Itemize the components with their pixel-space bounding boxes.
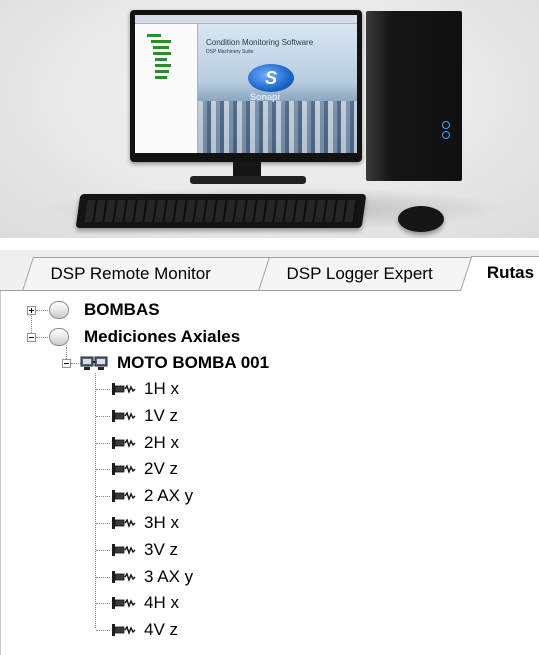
tree-node-label: BOMBAS (84, 300, 160, 319)
tree-node-bombas[interactable]: BOMBAS (0, 298, 539, 322)
tree-node-point[interactable]: 3H x (0, 511, 539, 535)
folder-icon (49, 328, 69, 346)
tree-node-point[interactable]: 2V z (0, 457, 539, 481)
sensor-icon (112, 409, 136, 422)
tree-node-point[interactable]: 4H x (0, 591, 539, 615)
routes-tree[interactable]: BOMBAS Mediciones Axiales MOTO BOMBA 001… (0, 291, 539, 655)
tree-node-point[interactable]: 1H x (0, 377, 539, 401)
tree-connector (96, 603, 110, 605)
collapse-minus-icon[interactable] (62, 359, 71, 368)
brand-logo: S (248, 64, 294, 92)
tree-connector (96, 496, 110, 498)
tree-node-label: 4H x (144, 593, 179, 613)
computer-illustration: Condition Monitoring Software DSP Machin… (0, 0, 539, 238)
sensor-icon (112, 624, 136, 637)
tree-node-point[interactable]: 3V z (0, 538, 539, 562)
tree-node-label: 2H x (144, 432, 179, 452)
power-led-icon (442, 121, 450, 129)
sensor-icon (112, 570, 136, 583)
tree-connector (96, 442, 110, 445)
tree-connector (96, 549, 110, 552)
sensor-icon (112, 517, 136, 529)
tree-connector (96, 630, 110, 632)
sensor-icon (112, 463, 136, 476)
tab-label: DSP Logger Expert (286, 264, 433, 283)
monitor: Condition Monitoring Software DSP Machin… (130, 10, 362, 162)
sensor-icon (112, 436, 136, 449)
power-button-icon (442, 131, 450, 139)
tab-dsp-remote-monitor[interactable]: DSP Remote Monitor (22, 257, 274, 291)
tree-connector (96, 523, 110, 525)
sensor-icon (112, 597, 136, 610)
tree-node-label: 2 AX y (144, 486, 194, 506)
tree-node-point[interactable]: 4V z (0, 618, 539, 642)
tree-connector (96, 389, 110, 391)
tree-node-point[interactable]: 1V z (0, 404, 539, 428)
tree-connector (96, 469, 110, 471)
industrial-plant-image (198, 101, 357, 153)
pc-tower (366, 11, 462, 181)
tab-label: Rutas (486, 263, 535, 282)
tree-node-point[interactable]: 2H x (0, 431, 539, 455)
monitor-base (190, 176, 306, 184)
tree-node-label: MOTO BOMBA 001 (117, 353, 270, 372)
tree-node-mediciones-axiales[interactable]: Mediciones Axiales (0, 325, 539, 349)
tree-node-point[interactable]: 2 AX y (0, 484, 539, 508)
screen-splash: Condition Monitoring Software DSP Machin… (198, 24, 357, 153)
tab-strip: DSP Remote Monitor DSP Logger Expert Rut… (0, 250, 539, 291)
sensor-icon (112, 543, 136, 556)
screen-titlebar (135, 15, 357, 24)
tree-node-label: 2V z (144, 459, 179, 479)
tree-node-label: 1H x (144, 379, 179, 398)
tree-node-label: 4V z (144, 620, 179, 640)
tab-rutas[interactable]: Rutas (460, 256, 539, 291)
tree-connector (96, 415, 110, 418)
mouse (398, 206, 444, 232)
splash-heading: Condition Monitoring Software (206, 38, 314, 47)
tree-node-label: 1V z (144, 405, 179, 425)
machine-icon (80, 356, 108, 370)
tree-connector (96, 576, 110, 579)
sensor-icon (112, 490, 136, 503)
sensor-icon (112, 383, 136, 395)
collapse-minus-icon[interactable] (27, 333, 36, 342)
keyboard (75, 194, 367, 228)
tree-node-moto-bomba[interactable]: MOTO BOMBA 001 (0, 351, 539, 375)
folder-icon (49, 301, 69, 319)
tree-node-label: 3H x (144, 513, 179, 532)
tree-node-label: 3 AX y (144, 566, 194, 586)
tree-node-label: Mediciones Axiales (84, 327, 241, 346)
expand-plus-icon[interactable] (27, 306, 36, 315)
brand-logo-text: Sonapi (250, 92, 281, 102)
splash-subheading: DSP Machinery Suite (206, 49, 254, 55)
tree-node-label: 3V z (144, 539, 179, 559)
tree-node-point[interactable]: 3 AX y (0, 565, 539, 589)
tab-dsp-logger-expert[interactable]: DSP Logger Expert (258, 257, 476, 291)
screen-tree-panel (135, 24, 198, 153)
monitor-screen: Condition Monitoring Software DSP Machin… (135, 15, 357, 153)
tab-label: DSP Remote Monitor (50, 264, 211, 283)
